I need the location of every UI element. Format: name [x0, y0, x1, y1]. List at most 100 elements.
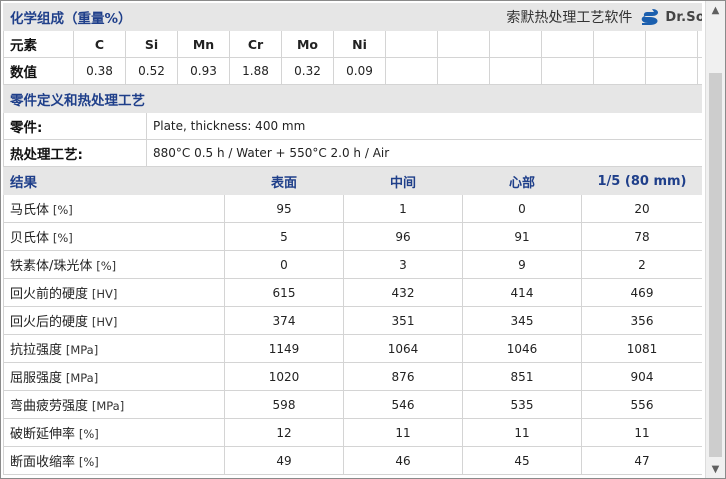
part-table: 零件定义和热处理工艺 零件: Plate, thickness: 400 mm … — [3, 85, 702, 167]
result-value: 45 — [462, 446, 582, 475]
result-value: 615 — [224, 278, 344, 307]
result-value: 5 — [224, 222, 344, 251]
property-name: 抗拉强度 — [10, 343, 63, 358]
result-value: 3 — [343, 250, 463, 279]
empty-cell — [541, 30, 594, 58]
logo-name: Dr.Sommer — [665, 9, 702, 25]
result-value: 546 — [343, 390, 463, 419]
process-label: 热处理工艺: — [3, 139, 147, 167]
value-cr: 1.88 — [229, 57, 282, 85]
result-value: 11 — [462, 418, 582, 447]
element-mo: Mo — [281, 30, 334, 58]
results-title: 结果 — [3, 167, 225, 195]
value-si: 0.52 — [125, 57, 178, 85]
result-value: 1020 — [224, 362, 344, 391]
result-value: 1046 — [462, 334, 582, 363]
value-c: 0.38 — [73, 57, 126, 85]
composition-table: 化学组成（重量%） 索默热处理工艺软件 Dr.Sommer 元素 C Si Mn… — [3, 3, 702, 85]
result-row: 马氏体 [%] 95 1 0 20 — [3, 194, 702, 223]
results-body: 马氏体 [%] 95 1 0 20 贝氏体 [%] 5 96 91 78 铁素体/珠光体 [%] 0 3… — [3, 194, 702, 475]
result-property: 弯曲疲劳强度 [MPa] — [3, 390, 225, 419]
part-value: Plate, thickness: 400 mm — [146, 112, 702, 140]
result-value: 49 — [224, 446, 344, 475]
result-property: 回火后的硬度 [HV] — [3, 306, 225, 335]
process-row: 热处理工艺: 880°C 0.5 h / Water + 550°C 2.0 h… — [3, 139, 702, 167]
empty-cell — [437, 30, 490, 58]
result-value: 95 — [224, 194, 344, 223]
result-value: 851 — [462, 362, 582, 391]
logo-mark-icon — [642, 9, 659, 25]
values-row-label: 数值 — [3, 57, 74, 85]
result-value: 374 — [224, 306, 344, 335]
property-name: 回火前的硬度 — [10, 287, 89, 302]
result-value: 12 — [224, 418, 344, 447]
result-row: 铁素体/珠光体 [%] 0 3 9 2 — [3, 250, 702, 279]
part-section-title: 零件定义和热处理工艺 — [3, 85, 702, 113]
values-row: 数值 0.38 0.52 0.93 1.88 0.32 0.09 — [3, 57, 702, 85]
results-header-row: 结果 表面 中间 心部 1/5 (80 mm) — [3, 167, 702, 195]
composition-title: 化学组成（重量%） — [3, 3, 386, 31]
result-value: 96 — [343, 222, 463, 251]
result-value: 1 — [343, 194, 463, 223]
result-value: 1064 — [343, 334, 463, 363]
empty-cell — [385, 30, 438, 58]
result-value: 11 — [581, 418, 702, 447]
property-name: 贝氏体 — [10, 231, 50, 246]
result-property: 回火前的硬度 [HV] — [3, 278, 225, 307]
result-value: 414 — [462, 278, 582, 307]
property-unit: [MPa] — [91, 399, 125, 413]
result-value: 904 — [581, 362, 702, 391]
result-property: 断面收缩率 [%] — [3, 446, 225, 475]
result-value: 598 — [224, 390, 344, 419]
results-table: 结果 表面 中间 心部 1/5 (80 mm) 马氏体 [%] 95 1 0 20 贝氏体… — [3, 167, 702, 475]
result-property: 抗拉强度 [MPa] — [3, 334, 225, 363]
element-ni: Ni — [333, 30, 386, 58]
process-value: 880°C 0.5 h / Water + 550°C 2.0 h / Air — [146, 139, 702, 167]
scroll-up-icon[interactable]: ▲ — [706, 1, 725, 19]
empty-cell — [489, 57, 542, 85]
report-window: 化学组成（重量%） 索默热处理工艺软件 Dr.Sommer 元素 C Si Mn… — [0, 0, 726, 479]
result-value: 356 — [581, 306, 702, 335]
value-mo: 0.32 — [281, 57, 334, 85]
result-row: 弯曲疲劳强度 [MPa] 598 546 535 556 — [3, 390, 702, 419]
result-value: 556 — [581, 390, 702, 419]
dr-sommer-logo: Dr.Sommer — [638, 8, 702, 26]
result-value: 0 — [224, 250, 344, 279]
result-row: 回火前的硬度 [HV] 615 432 414 469 — [3, 278, 702, 307]
value-ni: 0.09 — [333, 57, 386, 85]
result-value: 46 — [343, 446, 463, 475]
result-value: 78 — [581, 222, 702, 251]
empty-cell — [645, 57, 698, 85]
property-name: 铁素体/珠光体 — [10, 259, 93, 274]
empty-cell — [385, 57, 438, 85]
part-row: 零件: Plate, thickness: 400 mm — [3, 112, 702, 140]
empty-cell — [696, 30, 702, 58]
result-property: 马氏体 [%] — [3, 194, 225, 223]
property-name: 破断延伸率 — [10, 427, 76, 442]
result-value: 876 — [343, 362, 463, 391]
empty-cell — [489, 30, 542, 58]
scrollbar-thumb[interactable] — [709, 73, 722, 457]
scroll-down-icon[interactable]: ▼ — [706, 460, 725, 478]
property-unit: [MPa] — [65, 343, 99, 357]
property-name: 弯曲疲劳强度 — [10, 399, 89, 414]
composition-header-row: 化学组成（重量%） 索默热处理工艺软件 Dr.Sommer — [3, 3, 702, 31]
part-label: 零件: — [3, 112, 147, 140]
col-middle: 中间 — [343, 167, 463, 195]
vertical-scrollbar[interactable]: ▲ ▼ — [705, 1, 725, 478]
empty-cell — [696, 57, 702, 85]
result-value: 351 — [343, 306, 463, 335]
result-value: 0 — [462, 194, 582, 223]
result-value: 1149 — [224, 334, 344, 363]
property-name: 马氏体 — [10, 203, 50, 218]
result-value: 535 — [462, 390, 582, 419]
result-value: 469 — [581, 278, 702, 307]
result-value: 9 — [462, 250, 582, 279]
property-unit: [%] — [78, 427, 99, 441]
property-unit: [%] — [52, 203, 73, 217]
empty-cell — [437, 57, 490, 85]
property-name: 屈服强度 — [10, 371, 63, 386]
empty-cell — [593, 30, 646, 58]
result-value: 47 — [581, 446, 702, 475]
result-row: 回火后的硬度 [HV] 374 351 345 356 — [3, 306, 702, 335]
